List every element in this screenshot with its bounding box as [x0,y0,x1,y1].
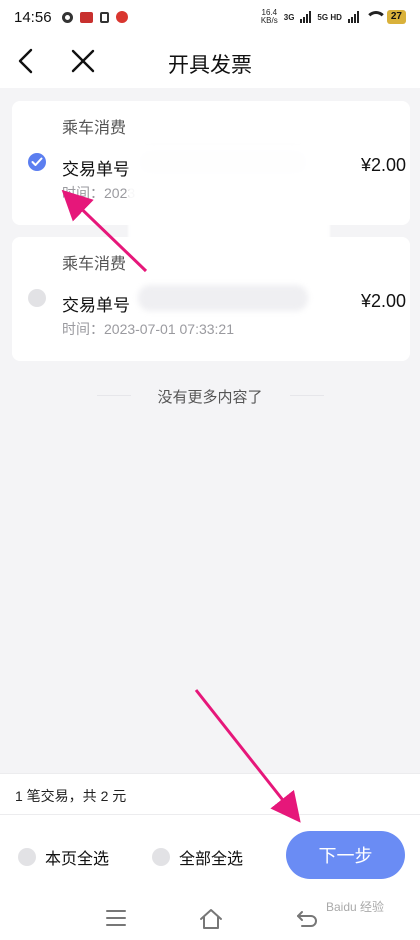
net-3g-label: 3G [283,12,295,22]
transaction-category: 乘车消费 [62,120,127,137]
transaction-amount: ¥2.00 [360,291,406,311]
transaction-checkbox[interactable] [28,289,46,307]
transaction-time-prefix: 时间： [62,321,104,337]
header: 开具发票 [0,34,420,88]
transaction-time-value: 2023-07-01 07:33:21 [104,321,234,337]
select-page-label: 本页全选 [45,851,110,868]
transaction-time: 时间：2023 [62,183,135,203]
divider [290,395,324,396]
transaction-id-label: 交易单号 [62,160,130,179]
net-speed-unit: KB/s [260,16,278,25]
summary-text: 1 笔交易，共 2 元 [15,788,127,804]
transaction-id-redacted [138,285,308,311]
transaction-amount: ¥2.00 [360,155,406,175]
app-notification-icon [79,11,93,23]
lock-icon [99,11,109,23]
selection-summary: 1 笔交易，共 2 元 [0,773,420,815]
transaction-checkbox-selected[interactable] [28,153,46,171]
wifi-icon [364,11,387,23]
transaction-time-prefix: 时间： [62,185,104,201]
menu-icon[interactable] [106,910,126,931]
battery-icon: 27 [386,10,406,24]
page-title: 开具发票 [168,54,252,77]
transaction-card[interactable]: 乘车消费 交易单号 ¥2.00 时间：2023-07-01 07:33:21 [12,237,410,361]
gear-icon [61,11,73,23]
status-time: 14:56 [14,8,52,26]
watermark: Baidu 经验 [326,900,385,914]
select-page-radio[interactable] [18,848,36,866]
list-end-text: 没有更多内容了 [157,389,263,406]
signal-icon [300,11,312,23]
redaction-overlay [128,145,330,240]
select-all-radio[interactable] [152,848,170,866]
status-icons-left [61,11,128,23]
home-icon[interactable] [199,908,223,930]
select-all-option[interactable]: 全部全选 [152,845,243,869]
transaction-id-label: 交易单号 [62,296,130,315]
status-bar: 14:56 16.4 KB/s 3G 5G HD 27 [0,0,420,34]
action-bar: 本页全选 全部全选 下一步 [0,815,420,900]
check-icon [31,157,43,166]
back-icon[interactable] [296,909,318,931]
signal-icon-2 [347,11,359,23]
select-all-label: 全部全选 [179,851,244,868]
transaction-category: 乘车消费 [62,256,127,273]
net-speed: 16.4 KB/s [261,9,278,25]
transaction-time: 时间：2023-07-01 07:33:21 [62,319,234,339]
net-5g-label: 5G HD [317,12,342,22]
select-page-option[interactable]: 本页全选 [18,845,109,869]
status-right: 16.4 KB/s 3G 5G HD 27 [261,9,406,25]
app-red-icon [115,11,128,23]
next-step-button[interactable]: 下一步 [286,831,405,879]
